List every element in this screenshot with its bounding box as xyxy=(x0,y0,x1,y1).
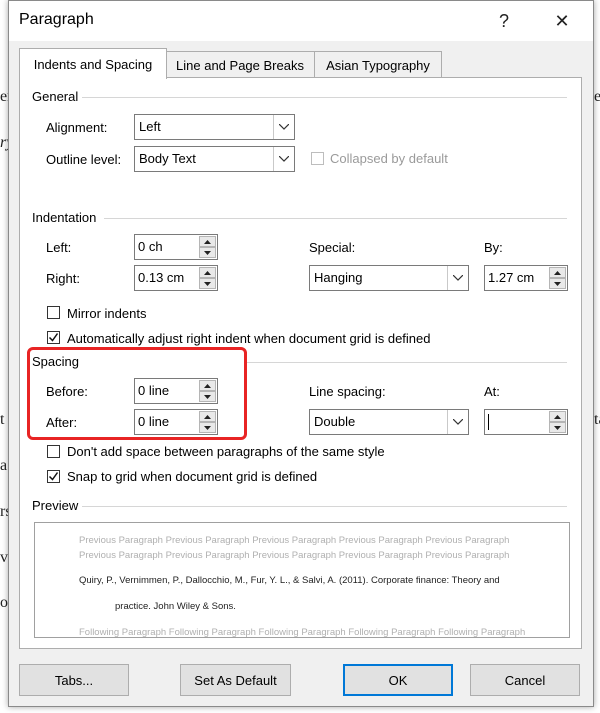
spin-up-icon[interactable] xyxy=(199,267,216,278)
mirror-indents-checkbox[interactable] xyxy=(47,306,60,319)
title-bar: Paragraph ? ✕ xyxy=(9,1,593,41)
alignment-value: Left xyxy=(139,119,161,134)
left-indent-label: Left: xyxy=(46,240,72,255)
auto-adjust-label: Automatically adjust right indent when d… xyxy=(67,331,431,346)
collapsed-label: Collapsed by default xyxy=(330,151,448,166)
tab-label: Indents and Spacing xyxy=(33,56,153,72)
right-indent-value: 0.13 cm xyxy=(138,270,185,285)
dialog-title: Paragraph xyxy=(19,11,94,28)
outline-level-combo[interactable]: Body Text xyxy=(134,146,295,172)
tab-label: Line and Page Breaks xyxy=(176,57,304,73)
ok-button[interactable]: OK xyxy=(343,664,453,696)
general-group-label: General xyxy=(32,89,79,104)
special-value: Hanging xyxy=(314,270,363,285)
preview-group-label: Preview xyxy=(32,498,79,513)
preview-sample-line: practice. John Wiley & Sons. xyxy=(115,601,236,612)
doc-fragment: a xyxy=(0,457,8,474)
preview-sample-line: Quiry, P., Vernimmen, P., Dallocchio, M.… xyxy=(79,575,500,586)
preview-following-line: Following Paragraph Following Paragraph … xyxy=(79,627,526,638)
button-label: Set As Default xyxy=(194,672,277,688)
tab-indents-and-spacing[interactable]: Indents and Spacing xyxy=(19,48,167,79)
spacing-highlight-annotation xyxy=(27,347,247,440)
spin-up-icon[interactable] xyxy=(549,411,566,422)
tabs-button[interactable]: Tabs... xyxy=(19,664,129,696)
left-indent-spinner[interactable]: 0 ch xyxy=(134,234,218,260)
by-spinner[interactable]: 1.27 cm xyxy=(484,265,568,291)
spin-down-icon[interactable] xyxy=(199,278,216,289)
line-spacing-combo[interactable]: Double xyxy=(309,409,469,435)
preview-previous-line: Previous Paragraph Previous Paragraph Pr… xyxy=(79,535,510,546)
text-cursor xyxy=(488,414,489,430)
chevron-down-icon[interactable] xyxy=(273,147,294,171)
line-spacing-value: Double xyxy=(314,414,356,429)
cancel-button[interactable]: Cancel xyxy=(470,664,580,696)
tab-line-and-page-breaks[interactable]: Line and Page Breaks xyxy=(165,51,315,78)
outline-level-value: Body Text xyxy=(139,151,196,166)
spin-down-icon[interactable] xyxy=(199,247,216,258)
right-indent-label: Right: xyxy=(46,271,80,286)
tab-asian-typography[interactable]: Asian Typography xyxy=(314,51,442,78)
close-button[interactable]: ✕ xyxy=(539,1,585,41)
alignment-combo[interactable]: Left xyxy=(134,114,295,140)
indentation-separator xyxy=(104,218,567,219)
doc-fragment: t xyxy=(0,411,5,428)
at-spinner[interactable] xyxy=(484,409,568,435)
indentation-group-label: Indentation xyxy=(32,210,97,225)
collapsed-checkbox[interactable] xyxy=(311,152,324,165)
snap-to-grid-label: Snap to grid when document grid is defin… xyxy=(67,469,318,484)
help-icon: ? xyxy=(498,10,509,31)
doc-fragment: v xyxy=(0,549,8,566)
close-icon: ✕ xyxy=(554,10,570,31)
preview-separator xyxy=(82,506,567,507)
chevron-down-icon[interactable] xyxy=(447,266,468,290)
dont-add-space-label: Don't add space between paragraphs of th… xyxy=(67,444,385,459)
special-label: Special: xyxy=(309,240,356,255)
general-separator xyxy=(82,97,567,98)
doc-fragment: ta xyxy=(594,411,600,428)
left-indent-value: 0 ch xyxy=(138,239,163,254)
chevron-down-icon[interactable] xyxy=(447,410,468,434)
by-value: 1.27 cm xyxy=(488,270,535,285)
set-as-default-button[interactable]: Set As Default xyxy=(180,664,291,696)
mirror-indents-label: Mirror indents xyxy=(67,306,147,321)
tab-label: Asian Typography xyxy=(326,57,430,73)
doc-fragment: e xyxy=(594,88,600,105)
by-label: By: xyxy=(484,240,503,255)
checkmark-icon xyxy=(48,333,59,342)
doc-fragment: o xyxy=(0,594,8,611)
button-label: Tabs... xyxy=(54,672,94,688)
spin-down-icon[interactable] xyxy=(549,422,566,433)
help-button[interactable]: ? xyxy=(481,1,527,41)
alignment-label: Alignment: xyxy=(46,120,108,135)
preview-previous-line: Previous Paragraph Previous Paragraph Pr… xyxy=(79,550,510,561)
dont-add-space-checkbox[interactable] xyxy=(47,445,60,458)
chevron-down-icon[interactable] xyxy=(273,115,294,139)
button-label: Cancel xyxy=(504,672,546,688)
preview-box: Previous Paragraph Previous Paragraph Pr… xyxy=(34,522,570,638)
button-label: OK xyxy=(388,672,408,688)
spin-up-icon[interactable] xyxy=(199,236,216,247)
spin-down-icon[interactable] xyxy=(549,278,566,289)
snap-to-grid-checkbox[interactable] xyxy=(47,470,60,483)
line-spacing-label: Line spacing: xyxy=(309,384,386,399)
at-label: At: xyxy=(484,384,500,399)
spin-up-icon[interactable] xyxy=(549,267,566,278)
outline-level-label: Outline level: xyxy=(46,152,122,167)
auto-adjust-checkbox[interactable] xyxy=(47,331,60,344)
special-combo[interactable]: Hanging xyxy=(309,265,469,291)
checkmark-icon xyxy=(48,472,59,481)
spacing-separator xyxy=(246,362,567,363)
right-indent-spinner[interactable]: 0.13 cm xyxy=(134,265,218,291)
